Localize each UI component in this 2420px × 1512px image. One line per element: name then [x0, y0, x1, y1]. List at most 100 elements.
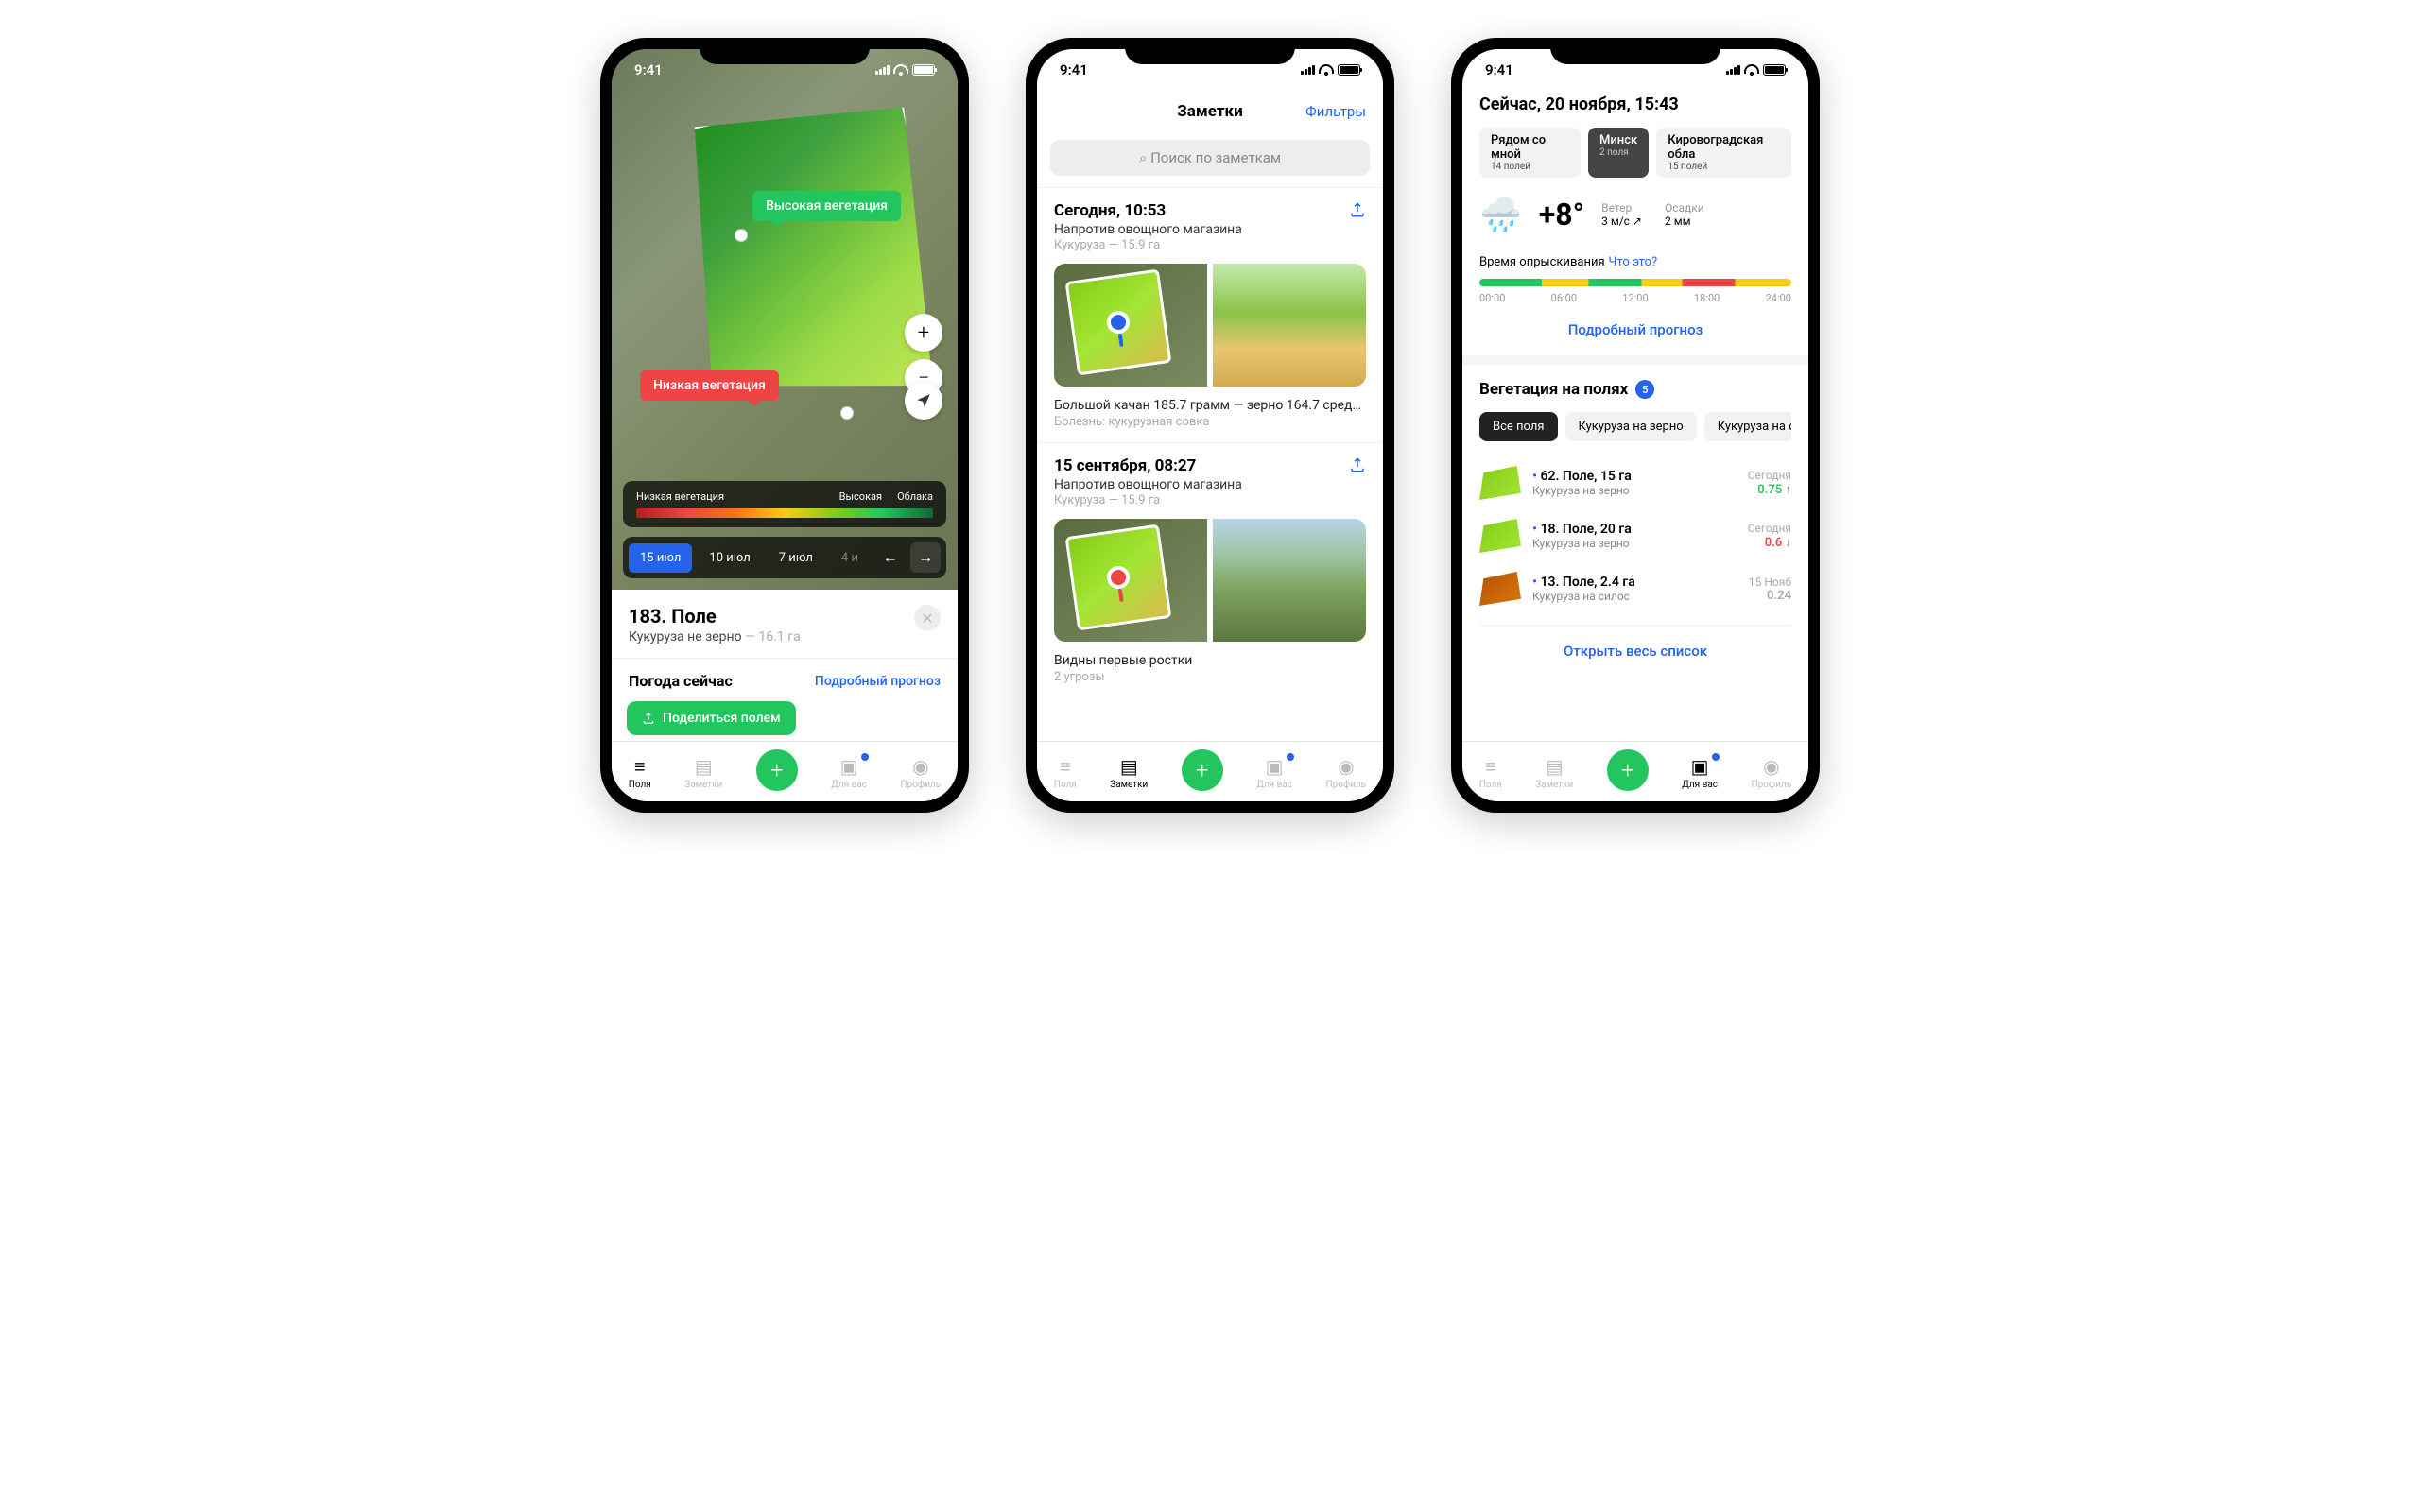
crop-chip[interactable]: Кукуруза на сило	[1704, 412, 1791, 441]
location-chips: Рядом со мной 14 полей Минск 2 поля Киро…	[1479, 128, 1791, 178]
fab-add[interactable]: +	[756, 749, 798, 791]
map-marker	[840, 406, 854, 420]
date-pill[interactable]: 4 и	[830, 543, 870, 573]
pin-icon	[1105, 309, 1131, 335]
tab-foryou[interactable]: ▣Для вас	[1256, 755, 1292, 790]
notes-header: Заметки Фильтры	[1037, 91, 1383, 132]
foryou-icon: ▣	[838, 755, 860, 778]
tab-profile[interactable]: ◉Профиль	[1325, 755, 1366, 790]
close-button[interactable]: ✕	[914, 605, 941, 631]
tab-fields[interactable]: ≡Поля	[1479, 755, 1502, 790]
search-input[interactable]: ⌕ Поиск по заметкам	[1050, 140, 1370, 176]
notes-list[interactable]: Сегодня, 10:53 Напротив овощного магазин…	[1037, 187, 1383, 741]
screen-notes: 9:41 Заметки Фильтры ⌕ Поиск по заметкам…	[1037, 49, 1383, 801]
note-description: Видны первые ростки	[1054, 653, 1366, 668]
legend-clouds-label: Облака	[897, 490, 933, 503]
share-note-button[interactable]	[1349, 456, 1366, 478]
tab-bar: ≡Поля ▤Заметки + ▣Для вас ◉Профиль	[1037, 741, 1383, 801]
forecast-detail-link[interactable]: Подробный прогноз	[1479, 304, 1791, 355]
weather-detail-link[interactable]: Подробный прогноз	[815, 674, 941, 689]
tab-profile[interactable]: ◉Профиль	[900, 755, 941, 790]
date-pill[interactable]: 10 июл	[698, 543, 761, 573]
note-item[interactable]: Сегодня, 10:53 Напротив овощного магазин…	[1037, 187, 1383, 442]
tab-bar: ≡Поля ▤Заметки + ▣Для вас ◉Профиль	[1462, 741, 1808, 801]
arrow-icon	[915, 392, 932, 409]
date-pill[interactable]: 7 июл	[768, 543, 824, 573]
fab-add[interactable]: +	[1182, 749, 1223, 791]
note-description: Большой качан 185.7 грамм — зерно 164.7 …	[1054, 398, 1366, 413]
notes-title: Заметки	[1177, 102, 1242, 121]
field-list-item[interactable]: 62. Поле, 15 га Кукуруза на зерно Сегодн…	[1479, 456, 1791, 509]
field-name: 62. Поле, 15 га	[1532, 469, 1737, 484]
status-time: 9:41	[634, 61, 663, 78]
now-timestamp: Сейчас, 20 ноября, 15:43	[1479, 94, 1791, 114]
notes-icon: ▤	[1117, 755, 1140, 778]
wifi-icon	[893, 64, 908, 76]
divider	[612, 658, 958, 659]
date-pill[interactable]: 15 июл	[629, 543, 692, 573]
field-area: — 16.1 га	[745, 629, 801, 644]
callout-low-vegetation[interactable]: Низкая вегетация	[640, 370, 779, 401]
battery-icon	[1763, 64, 1786, 76]
callout-high-vegetation[interactable]: Высокая вегетация	[752, 191, 901, 221]
pin-icon	[1105, 564, 1131, 590]
crop-chip[interactable]: Кукуруза на зерно	[1565, 412, 1697, 441]
tab-foryou[interactable]: ▣Для вас	[831, 755, 867, 790]
foryou-icon: ▣	[1263, 755, 1286, 778]
tab-notes[interactable]: ▤Заметки	[1535, 755, 1573, 790]
battery-icon	[1338, 64, 1360, 76]
location-chip[interactable]: Кировоградская обла 15 полей	[1656, 128, 1791, 178]
date-next-button[interactable]: →	[910, 542, 941, 573]
location-chip[interactable]: Рядом со мной 14 полей	[1479, 128, 1581, 178]
map-marker	[735, 229, 748, 242]
tab-fields[interactable]: ≡Поля	[629, 755, 651, 790]
spray-what-link[interactable]: Что это?	[1609, 255, 1658, 269]
note-images[interactable]	[1054, 264, 1366, 387]
field-name: 13. Поле, 2.4 га	[1532, 575, 1737, 590]
field-crop: Кукуруза на зерно	[1532, 484, 1737, 497]
tab-profile[interactable]: ◉Профиль	[1751, 755, 1791, 790]
tab-notes[interactable]: ▤Заметки	[1110, 755, 1148, 790]
note-item[interactable]: 15 сентября, 08:27 Напротив овощного маг…	[1037, 442, 1383, 697]
field-list: 62. Поле, 15 га Кукуруза на зерно Сегодн…	[1479, 456, 1791, 615]
status-time: 9:41	[1485, 61, 1513, 78]
tab-notes[interactable]: ▤Заметки	[684, 755, 722, 790]
profile-icon: ◉	[1760, 755, 1783, 778]
tab-fields[interactable]: ≡Поля	[1054, 755, 1077, 790]
field-date: 15 Нояб	[1749, 576, 1791, 589]
field-date: Сегодня	[1748, 469, 1791, 482]
foryou-icon: ▣	[1688, 755, 1711, 778]
section-gap	[1462, 355, 1808, 365]
vegetation-legend: Низкая вегетация Высокая Облака	[623, 481, 946, 527]
fields-icon: ≡	[1479, 755, 1502, 778]
fab-add[interactable]: +	[1607, 749, 1649, 791]
filters-link[interactable]: Фильтры	[1305, 103, 1366, 120]
crop-chip[interactable]: Все поля	[1479, 412, 1558, 441]
locate-button[interactable]	[905, 382, 942, 420]
tab-foryou[interactable]: ▣Для вас	[1682, 755, 1718, 790]
wind-value: 3 м/с ↗	[1601, 215, 1642, 228]
note-meta: Кукуруза — 15.9 га	[1054, 238, 1242, 252]
field-list-item[interactable]: 13. Поле, 2.4 га Кукуруза на силос 15 Но…	[1479, 562, 1791, 615]
share-note-button[interactable]	[1349, 201, 1366, 223]
field-name: 18. Поле, 20 га	[1532, 522, 1737, 537]
field-list-item[interactable]: 18. Поле, 20 га Кукуруза на зерно Сегодн…	[1479, 509, 1791, 562]
location-chip[interactable]: Минск 2 поля	[1588, 128, 1649, 178]
date-prev-button[interactable]: ←	[875, 542, 906, 573]
share-field-button[interactable]: Поделиться полем	[627, 701, 796, 735]
note-place: Напротив овощного магазина	[1054, 222, 1242, 237]
fields-icon: ≡	[1054, 755, 1077, 778]
field-crop: Кукуруза на зерно	[1532, 537, 1737, 550]
field-value: 0.6 ↓	[1748, 535, 1791, 550]
map[interactable]: Высокая вегетация Низкая вегетация + − Н…	[612, 49, 958, 590]
zoom-in-button[interactable]: +	[905, 314, 942, 352]
precip-value: 2 мм	[1665, 215, 1704, 228]
share-icon	[642, 712, 655, 725]
spray-time-section: Время опрыскивания Что это? 00:00 06:00 …	[1479, 251, 1791, 304]
note-images[interactable]	[1054, 519, 1366, 642]
foryou-content[interactable]: Сейчас, 20 ноября, 15:43 Рядом со мной 1…	[1462, 91, 1808, 741]
open-full-list-link[interactable]: Открыть весь список	[1479, 625, 1791, 677]
precip-label: Осадки	[1665, 201, 1704, 215]
field-thumb	[1479, 466, 1521, 500]
note-time: 15 сентября, 08:27	[1054, 456, 1242, 475]
